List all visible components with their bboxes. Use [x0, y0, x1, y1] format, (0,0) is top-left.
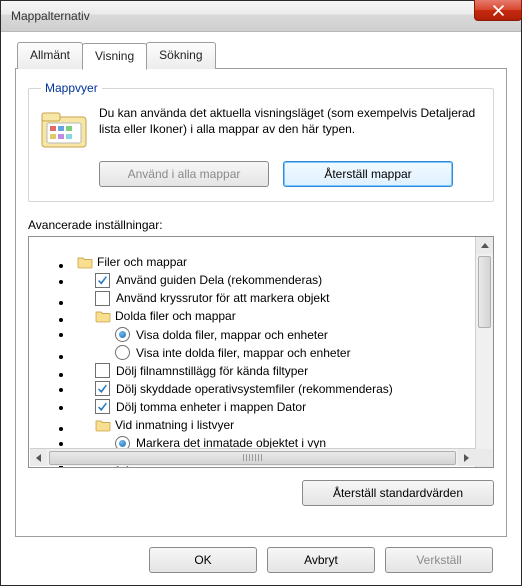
tree-label: Använd kryssrutor för att markera objekt	[116, 289, 329, 307]
tree-item[interactable]: Dölj skyddade operativsystemfiler (rekom…	[73, 380, 475, 398]
restore-defaults-button[interactable]: Återställ standardvärden	[302, 480, 494, 506]
close-button[interactable]	[474, 0, 522, 21]
cancel-button[interactable]: Avbryt	[267, 547, 375, 573]
advanced-settings-label: Avancerade inställningar:	[28, 218, 494, 232]
tree-item[interactable]: Visa dolda filer, mappar och enheter	[73, 326, 475, 344]
checkbox[interactable]	[95, 381, 110, 396]
reset-folders-button[interactable]: Återställ mappar	[283, 161, 453, 187]
tree-item[interactable]: Dölj tomma enheter i mappen Dator	[73, 398, 475, 416]
ok-button[interactable]: OK	[149, 547, 257, 573]
advanced-settings-tree: Filer och mapparAnvänd guiden Dela (reko…	[28, 236, 494, 468]
tree-label: Dolda filer och mappar	[115, 307, 236, 325]
tree-item[interactable]: Använd kryssrutor för att markera objekt	[73, 289, 475, 307]
apply-to-all-folders-button[interactable]: Använd i alla mappar	[99, 161, 269, 187]
tree-label: Visa dolda filer, mappar och enheter	[136, 326, 328, 344]
tree-label: Dölj skyddade operativsystemfiler (rekom…	[116, 380, 393, 398]
tree-item[interactable]: Visa inte dolda filer, mappar och enhete…	[73, 344, 475, 362]
tab-view[interactable]: Visning	[82, 43, 147, 70]
tree-label: Dölj tomma enheter i mappen Dator	[116, 398, 306, 416]
folder-views-group: Mappvyer Du kan använda det aktuella vis…	[28, 81, 494, 202]
tabstrip: Allmänt Visning Sökning	[17, 42, 507, 69]
scroll-left-button[interactable]	[30, 449, 47, 466]
tree-label: Vid inmatning i listvyer	[115, 416, 234, 434]
horizontal-scroll-track[interactable]	[47, 449, 458, 466]
chevron-left-icon	[36, 454, 41, 462]
tree-label: Filer och mappar	[97, 253, 187, 271]
chevron-right-icon	[464, 454, 469, 462]
tree-label: Visa inte dolda filer, mappar och enhete…	[136, 344, 351, 362]
tree-item[interactable]: Dolda filer och mappar	[73, 307, 475, 325]
vertical-scroll-track[interactable]	[476, 254, 493, 450]
radio[interactable]	[115, 345, 130, 360]
chevron-up-icon	[481, 243, 489, 248]
scroll-right-button[interactable]	[458, 449, 475, 466]
tab-search[interactable]: Sökning	[146, 42, 215, 69]
checkbox[interactable]	[95, 399, 110, 414]
tree-label: Använd guiden Dela (rekommenderas)	[116, 271, 322, 289]
thumb-grip-icon	[243, 454, 263, 461]
apply-button[interactable]: Verkställ	[385, 547, 493, 573]
window-title: Mappalternativ	[11, 9, 90, 23]
scroll-up-button[interactable]	[476, 237, 493, 254]
folder-views-legend: Mappvyer	[41, 81, 102, 95]
vertical-scroll-thumb[interactable]	[478, 256, 491, 328]
tree-label: Dölj filnamnstillägg för kända filtyper	[116, 362, 308, 380]
radio[interactable]	[115, 327, 130, 342]
close-icon	[493, 5, 504, 16]
tree-item[interactable]: Vid inmatning i listvyer	[73, 416, 475, 434]
folder-views-icon	[41, 109, 87, 149]
horizontal-scrollbar[interactable]	[30, 448, 475, 466]
tree-folder-root[interactable]: Filer och mappar	[73, 253, 475, 271]
tab-general[interactable]: Allmänt	[17, 42, 83, 69]
tree-item[interactable]: Använd guiden Dela (rekommenderas)	[73, 271, 475, 289]
dialog-button-row: OK Avbryt Verkställ	[15, 537, 507, 573]
horizontal-scroll-thumb[interactable]	[49, 451, 456, 465]
folder-views-text: Du kan använda det aktuella visningsläge…	[99, 105, 481, 137]
checkbox[interactable]	[95, 273, 110, 288]
tree-viewport: Filer och mapparAnvänd guiden Dela (reko…	[29, 237, 475, 467]
checkbox[interactable]	[95, 291, 110, 306]
dialog-window: Mappalternativ Allmänt Visning Sökning M…	[0, 0, 522, 586]
tab-panel-view: Mappvyer Du kan använda det aktuella vis…	[15, 68, 507, 537]
client-area: Allmänt Visning Sökning Mappvyer Du kan …	[1, 32, 521, 585]
checkbox[interactable]	[95, 363, 110, 378]
tree-item[interactable]: Dölj filnamnstillägg för kända filtyper	[73, 362, 475, 380]
scrollbar-corner	[475, 449, 492, 466]
vertical-scrollbar[interactable]	[475, 237, 493, 467]
titlebar: Mappalternativ	[1, 1, 521, 32]
